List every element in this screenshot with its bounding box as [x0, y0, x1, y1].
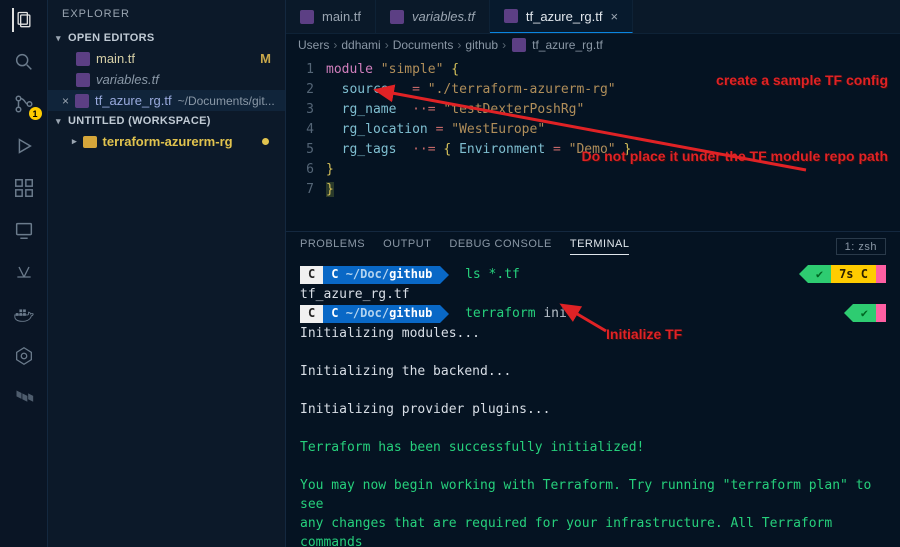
terminal-command: terraform init [457, 306, 574, 321]
panel-tab-debug[interactable]: DEBUG CONSOLE [449, 238, 551, 255]
terminal-output: You may now begin working with Terraform… [300, 476, 886, 514]
explorer-sidebar: EXPLORER OPEN EDITORS main.tf M variable… [48, 0, 286, 547]
extensions-icon[interactable] [12, 176, 36, 200]
dirty-dot-icon [262, 138, 269, 145]
terraform-icon[interactable] [12, 386, 36, 410]
terminal[interactable]: C C ~/Doc/github ls *.tf ✔ 7s C tf_azure… [286, 261, 900, 547]
terminal-output: Initializing modules... [300, 324, 886, 343]
file-icon [76, 52, 90, 66]
terminal-output [300, 457, 886, 476]
file-icon [504, 9, 518, 23]
terminal-output: Initializing provider plugins... [300, 400, 886, 419]
annotation-create-config: create a sample TF config [716, 70, 888, 90]
tab-variables[interactable]: variables.tf [376, 0, 490, 33]
annotation-init-tf: Initialize TF [606, 325, 682, 344]
status-pill: ✔ [844, 304, 886, 322]
terminal-command: ls *.tf [457, 267, 520, 282]
terminal-output: tf_azure_rg.tf [300, 285, 886, 304]
line-gutter: 1234567 [286, 60, 326, 227]
terminal-output: any changes that are required for your i… [300, 514, 886, 547]
explorer-title: EXPLORER [48, 0, 285, 28]
remote-icon[interactable] [12, 218, 36, 242]
annotation-no-module-path: Do not place it under the TF module repo… [582, 146, 888, 166]
folder-icon [83, 136, 97, 148]
file-icon [300, 10, 314, 24]
file-icon [75, 94, 89, 108]
open-editor-tfazure[interactable]: × tf_azure_rg.tf ~/Documents/git... [48, 90, 285, 111]
search-icon[interactable] [12, 50, 36, 74]
editor-group: main.tf variables.tf tf_azure_rg.tf × Us… [286, 0, 900, 547]
terminal-output: Initializing the backend... [300, 362, 886, 381]
file-icon [390, 10, 404, 24]
open-editor-main[interactable]: main.tf M [48, 48, 285, 69]
explorer-icon[interactable] [12, 8, 36, 32]
shell-prompt: C C ~/Doc/github [300, 266, 449, 284]
panel-tab-terminal[interactable]: TERMINAL [570, 238, 630, 255]
status-pill: ✔ 7s C [799, 265, 886, 283]
workspace-header[interactable]: UNTITLED (WORKSPACE) [48, 111, 285, 131]
editor-tabs: main.tf variables.tf tf_azure_rg.tf × [286, 0, 900, 34]
panel-tab-output[interactable]: OUTPUT [383, 238, 431, 255]
debug-icon[interactable] [12, 134, 36, 158]
code-body[interactable]: module "simple" { source = "./terraform-… [326, 60, 631, 227]
kubernetes-icon[interactable] [12, 344, 36, 368]
terminal-output [300, 419, 886, 438]
source-control-icon[interactable] [12, 92, 36, 116]
azure-icon[interactable] [12, 260, 36, 284]
file-icon [512, 38, 526, 52]
terminal-output [300, 381, 886, 400]
terminal-output [300, 343, 886, 362]
panel-tab-problems[interactable]: PROBLEMS [300, 238, 365, 255]
chevron-right-icon: ▸ [72, 136, 77, 147]
open-editors-header[interactable]: OPEN EDITORS [48, 28, 285, 48]
shell-prompt: C C ~/Doc/github [300, 305, 449, 323]
tab-main[interactable]: main.tf [286, 0, 376, 33]
code-editor[interactable]: 1234567 module "simple" { source = "./te… [286, 56, 900, 231]
chevron-down-icon [56, 115, 64, 127]
tab-tfazurerg[interactable]: tf_azure_rg.tf × [490, 0, 633, 33]
open-editor-variables[interactable]: variables.tf [48, 69, 285, 90]
close-icon[interactable]: × [611, 9, 619, 24]
folder-terraform-azurerm-rg[interactable]: ▸ terraform-azurerm-rg [48, 131, 285, 152]
panel-tabs: PROBLEMS OUTPUT DEBUG CONSOLE TERMINAL 1… [286, 232, 900, 261]
bottom-panel: PROBLEMS OUTPUT DEBUG CONSOLE TERMINAL 1… [286, 231, 900, 547]
file-icon [76, 73, 90, 87]
terminal-output: Terraform has been successfully initiali… [300, 438, 886, 457]
breadcrumb[interactable]: Users› ddhami› Documents› github› tf_azu… [286, 34, 900, 56]
chevron-down-icon [56, 32, 64, 44]
close-icon[interactable]: × [62, 94, 69, 108]
terminal-picker[interactable]: 1: zsh [836, 238, 886, 255]
docker-icon[interactable] [12, 302, 36, 326]
activity-bar [0, 0, 48, 547]
